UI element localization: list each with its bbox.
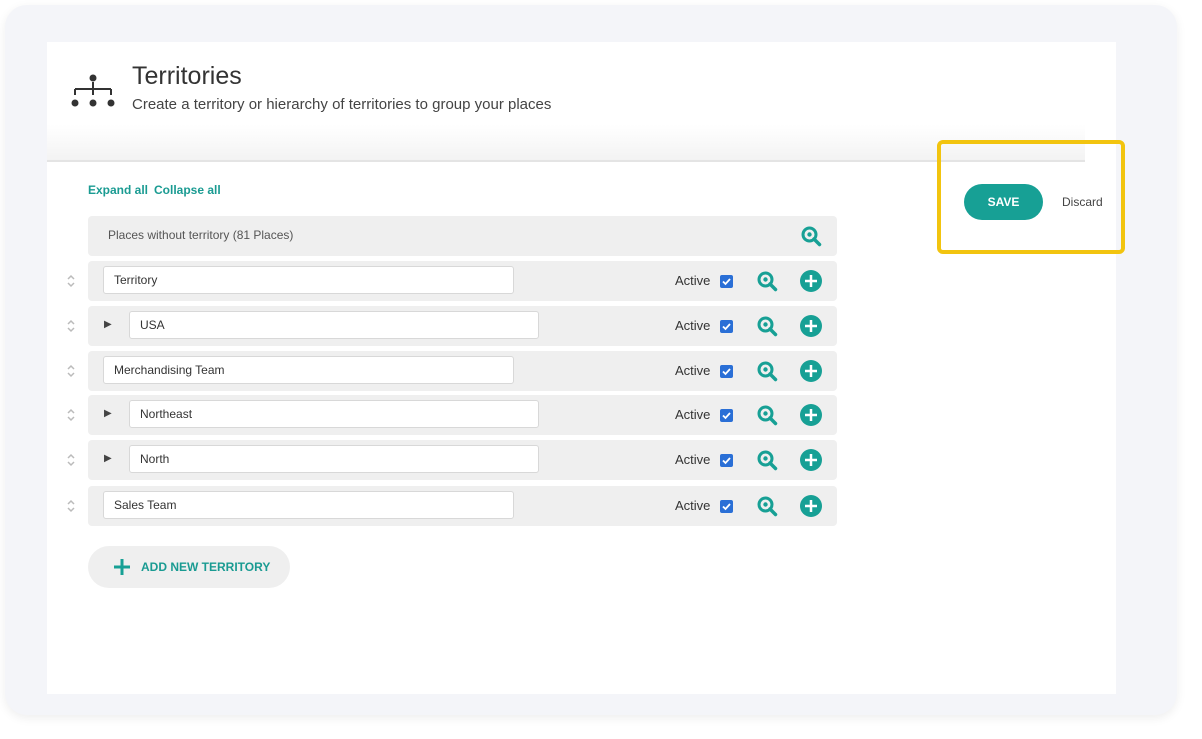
page-title: Territories <box>132 62 242 90</box>
plus-circle-icon[interactable] <box>800 404 822 426</box>
territory-row: Sales Team Active <box>67 486 837 526</box>
expand-all-link[interactable]: Expand all <box>88 183 148 197</box>
active-label: Active <box>675 363 711 378</box>
active-checkbox[interactable] <box>720 454 733 467</box>
search-icon[interactable] <box>756 270 778 292</box>
active-label: Active <box>675 273 711 288</box>
territory-name-input[interactable]: Sales Team <box>103 491 514 519</box>
plus-circle-icon[interactable] <box>800 495 822 517</box>
search-icon[interactable] <box>756 315 778 337</box>
drag-handle-icon[interactable] <box>66 453 76 467</box>
add-new-territory-label: ADD NEW TERRITORY <box>141 560 271 574</box>
plus-icon <box>114 559 130 575</box>
active-label: Active <box>675 318 711 333</box>
save-button[interactable]: SAVE <box>964 184 1043 220</box>
territory-name-input[interactable]: Northeast <box>129 400 539 428</box>
page-subtitle: Create a territory or hierarchy of terri… <box>132 96 552 113</box>
search-icon[interactable] <box>756 404 778 426</box>
active-checkbox[interactable] <box>720 320 733 333</box>
active-checkbox[interactable] <box>720 500 733 513</box>
hierarchy-icon <box>71 74 115 107</box>
drag-handle-icon[interactable] <box>66 274 76 288</box>
drag-handle-icon[interactable] <box>66 499 76 513</box>
expand-arrow-icon[interactable]: ▶ <box>104 319 112 330</box>
active-checkbox[interactable] <box>720 365 733 378</box>
territory-row: ▶ USA Active <box>67 306 837 346</box>
drag-handle-icon[interactable] <box>66 364 76 378</box>
search-icon[interactable] <box>756 449 778 471</box>
plus-circle-icon[interactable] <box>800 360 822 382</box>
territory-row: ▶ Northeast Active <box>67 395 837 435</box>
add-new-territory-button[interactable]: ADD NEW TERRITORY <box>88 546 290 588</box>
territory-row: Territory Active <box>67 261 837 301</box>
collapse-all-link[interactable]: Collapse all <box>154 183 221 197</box>
plus-circle-icon[interactable] <box>800 270 822 292</box>
territory-name-input[interactable]: Merchandising Team <box>103 356 514 384</box>
active-label: Active <box>675 498 711 513</box>
territory-name-input[interactable]: North <box>129 445 539 473</box>
plus-circle-icon[interactable] <box>800 449 822 471</box>
territory-name-input[interactable]: Territory <box>103 266 514 294</box>
active-label: Active <box>675 407 711 422</box>
search-icon[interactable] <box>800 225 822 247</box>
search-icon[interactable] <box>756 360 778 382</box>
places-without-territory-label: Places without territory (81 Places) <box>108 228 294 242</box>
plus-circle-icon[interactable] <box>800 315 822 337</box>
active-checkbox[interactable] <box>720 275 733 288</box>
expand-arrow-icon[interactable]: ▶ <box>104 453 112 464</box>
territory-row: Merchandising Team Active <box>67 351 837 391</box>
drag-handle-icon[interactable] <box>66 319 76 333</box>
places-without-territory-row: Places without territory (81 Places) <box>88 216 837 256</box>
expand-arrow-icon[interactable]: ▶ <box>104 408 112 419</box>
active-label: Active <box>675 452 711 467</box>
search-icon[interactable] <box>756 495 778 517</box>
territory-name-input[interactable]: USA <box>129 311 539 339</box>
discard-link[interactable]: Discard <box>1062 195 1103 209</box>
drag-handle-icon[interactable] <box>66 408 76 422</box>
territory-row: ▶ North Active <box>67 440 837 480</box>
active-checkbox[interactable] <box>720 409 733 422</box>
